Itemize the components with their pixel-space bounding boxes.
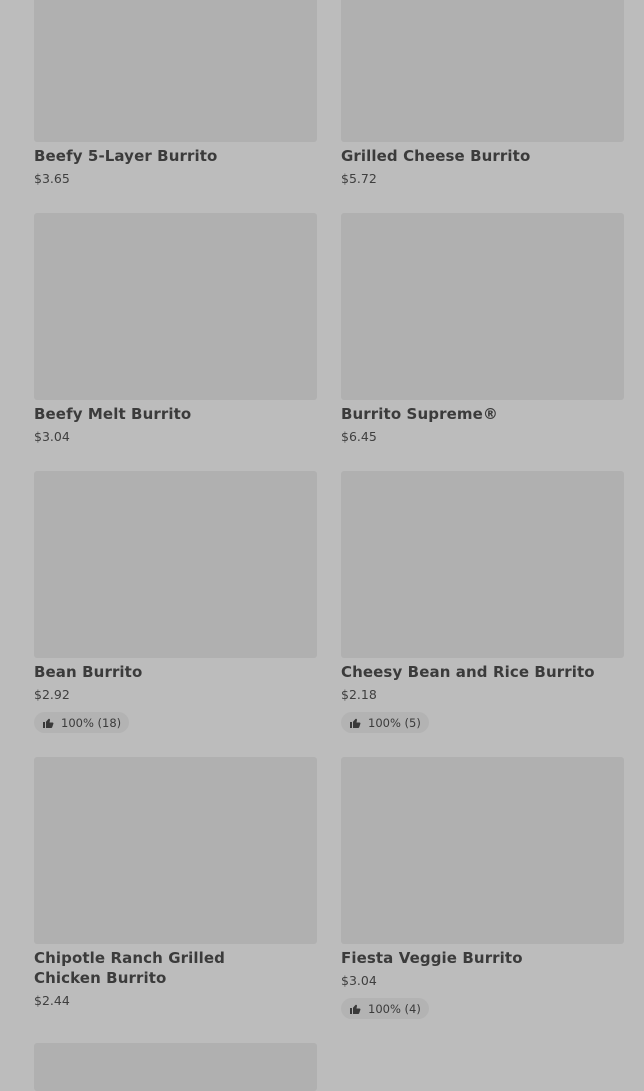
product-image[interactable] — [34, 213, 317, 400]
product-name[interactable]: Grilled Cheese Burrito — [341, 146, 624, 166]
product-image[interactable] — [341, 471, 624, 658]
product-name[interactable]: Fiesta Veggie Burrito — [341, 948, 624, 968]
product-image[interactable] — [341, 757, 624, 944]
product-image[interactable] — [341, 0, 624, 142]
product-price: $6.45 — [341, 429, 377, 444]
product-name[interactable]: Beefy Melt Burrito — [34, 404, 317, 424]
rating-badge: 100% (4) — [341, 998, 429, 1019]
product-price: $2.44 — [34, 993, 70, 1008]
product-price: $5.72 — [341, 171, 377, 186]
product-card[interactable]: Bean Burrito $2.92 100% (18) — [34, 471, 317, 733]
product-card[interactable]: Cheesy Bean and Rice Burrito $2.18 100% … — [341, 471, 624, 733]
product-name[interactable]: Chipotle Ranch Grilled Chicken Burrito — [34, 948, 294, 988]
rating-text: 100% (18) — [61, 715, 122, 730]
product-price: $3.04 — [341, 973, 377, 988]
product-card[interactable]: Beefy Melt Burrito $3.04 — [34, 213, 317, 445]
rating-text: 100% (5) — [368, 715, 421, 730]
product-price: $3.65 — [34, 171, 70, 186]
product-price: $2.18 — [341, 687, 377, 702]
product-name[interactable]: Burrito Supreme® — [341, 404, 624, 424]
product-card[interactable]: Beefy 5-Layer Burrito $3.65 — [34, 0, 317, 187]
product-card[interactable]: Grilled Cheese Burrito $5.72 — [341, 0, 624, 187]
thumbs-up-icon — [350, 1004, 361, 1014]
product-image[interactable] — [34, 1043, 317, 1091]
product-card[interactable]: Burrito Supreme® $6.45 — [341, 213, 624, 445]
rating-badge: 100% (5) — [341, 712, 429, 733]
product-image[interactable] — [34, 0, 317, 142]
product-name[interactable]: Beefy 5-Layer Burrito — [34, 146, 317, 166]
product-card[interactable]: Chipotle Ranch Grilled Chicken Burrito $… — [34, 757, 317, 1009]
product-name[interactable]: Bean Burrito — [34, 662, 317, 682]
product-card[interactable] — [34, 1043, 317, 1091]
product-card[interactable]: Fiesta Veggie Burrito $3.04 100% (4) — [341, 757, 624, 1019]
product-image[interactable] — [34, 757, 317, 944]
thumbs-up-icon — [43, 718, 54, 728]
product-name[interactable]: Cheesy Bean and Rice Burrito — [341, 662, 624, 682]
product-grid: Beefy 5-Layer Burrito $3.65 Grilled Chee… — [0, 0, 644, 1091]
product-image[interactable] — [34, 471, 317, 658]
rating-badge: 100% (18) — [34, 712, 130, 733]
product-price: $3.04 — [34, 429, 70, 444]
product-price: $2.92 — [34, 687, 70, 702]
rating-text: 100% (4) — [368, 1001, 421, 1016]
product-image[interactable] — [341, 213, 624, 400]
thumbs-up-icon — [350, 718, 361, 728]
